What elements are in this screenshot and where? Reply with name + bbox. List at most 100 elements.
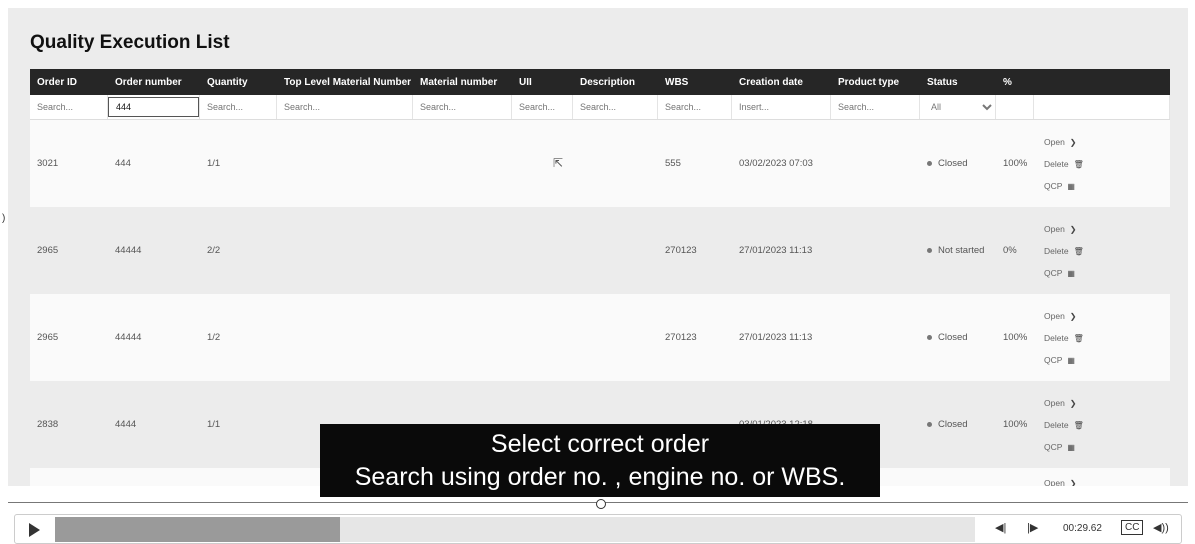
time-display: 00:29.62 [1063, 523, 1102, 534]
order-number-search[interactable] [108, 97, 199, 117]
creation-date-input[interactable] [732, 95, 830, 119]
qcp-button[interactable]: QCP ▦ [1044, 268, 1170, 278]
delete-button[interactable]: Delete 🗑 [1044, 420, 1170, 430]
open-button[interactable]: Open ❯ [1044, 137, 1170, 147]
delete-button[interactable]: Delete 🗑 [1044, 333, 1170, 343]
wbs-cell: 270123 [665, 245, 697, 256]
col-uii[interactable]: UII [512, 77, 573, 88]
status-cell: Closed [920, 419, 996, 430]
chevron-right-icon: ❯ [1069, 311, 1077, 321]
quantity-cell: 1/1 [207, 158, 221, 169]
description-search[interactable] [573, 95, 657, 119]
grid-icon: ▦ [1067, 181, 1075, 191]
step-back-icon[interactable]: ◀| [995, 521, 1006, 534]
play-icon[interactable] [29, 523, 40, 537]
mouse-cursor-icon: ⇱ [553, 156, 564, 170]
creation-date-cell: 03/02/2023 07:03 [739, 158, 813, 169]
percent-cell: 100% [1003, 158, 1028, 169]
col-quantity[interactable]: Quantity [200, 77, 277, 88]
status-select[interactable]: All [920, 95, 995, 119]
wbs-search[interactable] [658, 95, 731, 119]
trash-icon: 🗑 [1073, 420, 1084, 430]
timeline-knob[interactable] [596, 499, 606, 509]
status-dot-icon [927, 160, 932, 166]
quantity-cell: 2/2 [207, 245, 221, 256]
qcp-button[interactable]: QCP ▦ [1044, 355, 1170, 365]
col-material-number[interactable]: Material number [413, 77, 512, 88]
percent-filter-empty [996, 95, 1034, 119]
chevron-right-icon: ❯ [1069, 398, 1077, 408]
progress-fill [55, 517, 341, 542]
qcp-button[interactable]: QCP ▦ [1044, 442, 1170, 452]
wbs-cell: 555 [665, 158, 681, 169]
col-wbs[interactable]: WBS [658, 77, 732, 88]
video-caption: Select correct order Search using order … [320, 424, 880, 497]
table-row[interactable]: 2965 44444 1/2 270123 27/01/2023 11:13 C… [30, 294, 1170, 381]
creation-date-cell: 27/01/2023 11:13 [739, 245, 813, 256]
qcp-button[interactable]: QCP ▦ [1044, 181, 1170, 191]
open-button[interactable]: Open ❯ [1044, 478, 1170, 486]
percent-cell: 0% [1003, 245, 1017, 256]
delete-button[interactable]: Delete 🗑 [1044, 159, 1170, 169]
quantity-search[interactable] [200, 95, 276, 119]
chevron-right-icon: ❯ [1069, 479, 1077, 486]
row-actions: Open ❯ Delete 🗑 QCP ▦ [1034, 398, 1170, 452]
app-frame: Quality Execution List Order ID Order nu… [8, 8, 1188, 486]
video-controls: ◀| |▶ 00:29.62 CC ◀)) [14, 514, 1182, 544]
trash-icon: 🗑 [1073, 159, 1084, 169]
filter-row: All [30, 95, 1170, 120]
uii-search[interactable] [512, 95, 572, 119]
trash-icon: 🗑 [1073, 333, 1084, 343]
delete-button[interactable]: Delete 🗑 [1044, 246, 1170, 256]
row-actions: Open ❯ Delete 🗑 QCP ▦ [1034, 311, 1170, 365]
col-top-level-material[interactable]: Top Level Material Number [277, 77, 413, 88]
progress-bar[interactable] [55, 517, 975, 542]
status-dot-icon [927, 421, 932, 427]
material-number-search[interactable] [413, 95, 511, 119]
order-id-cell: 2965 [37, 245, 59, 256]
open-button[interactable]: Open ❯ [1044, 311, 1170, 321]
status-dot-icon [927, 334, 932, 340]
order-number-cell: 44444 [115, 245, 142, 256]
order-id-cell: 2965 [37, 332, 59, 343]
grid-icon: ▦ [1067, 355, 1075, 365]
order-number-cell: 44444 [115, 332, 142, 343]
caption-line-2: Search using order no. , engine no. or W… [354, 463, 846, 491]
actions-filter-empty [1034, 95, 1170, 119]
percent-cell: 100% [1003, 419, 1028, 430]
open-button[interactable]: Open ❯ [1044, 224, 1170, 234]
status-dot-icon [927, 247, 932, 253]
closed-captions-button[interactable]: CC [1121, 520, 1144, 535]
edge-marker-icon: ) [2, 213, 6, 224]
order-id-cell: 3021 [37, 158, 59, 169]
col-order-number[interactable]: Order number [108, 77, 200, 88]
row-actions: Open ❯ [1034, 468, 1170, 486]
col-percent[interactable]: % [996, 77, 1034, 88]
col-creation-date[interactable]: Creation date [732, 77, 831, 88]
table-header: Order ID Order number Quantity Top Level… [30, 69, 1170, 95]
table-row[interactable]: 3021 444 1/1 555 03/02/2023 07:03 Closed… [30, 120, 1170, 207]
caption-line-1: Select correct order [490, 430, 710, 458]
quantity-cell: 1/1 [207, 419, 221, 430]
trash-icon: 🗑 [1073, 246, 1084, 256]
creation-date-cell: 27/01/2023 11:13 [739, 332, 813, 343]
row-actions: Open ❯ Delete 🗑 QCP ▦ [1034, 137, 1170, 191]
step-forward-icon[interactable]: |▶ [1027, 521, 1038, 534]
product-type-search[interactable] [831, 95, 919, 119]
volume-icon[interactable]: ◀)) [1153, 521, 1169, 534]
col-product-type[interactable]: Product type [831, 77, 920, 88]
wbs-cell: 270123 [665, 332, 697, 343]
status-cell: Closed [920, 332, 996, 343]
open-button[interactable]: Open ❯ [1044, 398, 1170, 408]
col-description[interactable]: Description [573, 77, 658, 88]
top-level-material-search[interactable] [277, 95, 412, 119]
order-number-cell: 4444 [115, 419, 137, 430]
status-cell: Closed [920, 158, 996, 169]
col-status[interactable]: Status [920, 77, 996, 88]
col-order-id[interactable]: Order ID [30, 77, 108, 88]
status-cell: Not started [920, 245, 996, 256]
page-title: Quality Execution List [30, 32, 230, 53]
order-id-search[interactable] [30, 95, 107, 119]
order-id-cell: 2838 [37, 419, 59, 430]
table-row[interactable]: 2965 44444 2/2 270123 27/01/2023 11:13 N… [30, 207, 1170, 294]
